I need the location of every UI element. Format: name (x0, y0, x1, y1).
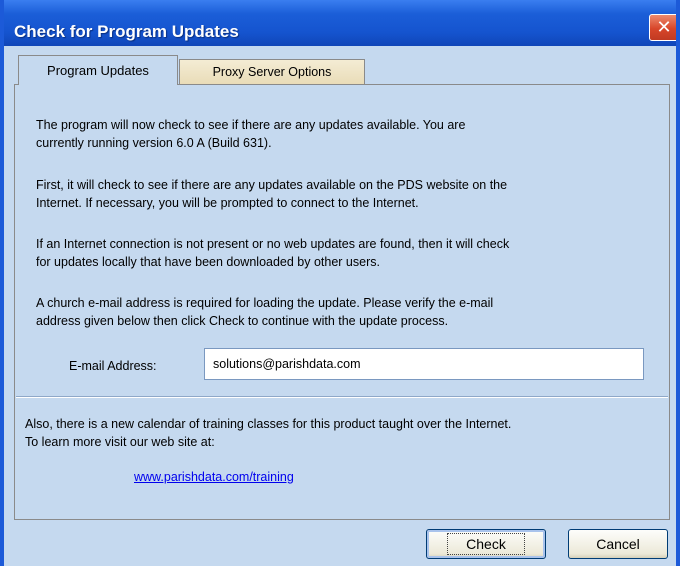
training-line-1: Also, there is a new calendar of trainin… (25, 417, 512, 431)
section-divider (16, 396, 668, 398)
training-link[interactable]: www.parishdata.com/training (134, 470, 294, 484)
local-check-line-1: If an Internet connection is not present… (36, 237, 510, 251)
training-paragraph: Also, there is a new calendar of trainin… (25, 415, 675, 451)
web-check-line-1: First, it will check to see if there are… (36, 178, 508, 192)
close-button[interactable]: ✕ (649, 14, 676, 41)
dialog-window: Check for Program Updates ✕ Program Upda… (0, 0, 680, 566)
local-check-line-2: for updates locally that have been downl… (36, 255, 380, 269)
email-required-line-2: address given below then click Check to … (36, 314, 449, 328)
email-field-label: E-mail Address: (69, 359, 157, 373)
intro-paragraph: The program will now check to see if the… (36, 116, 676, 152)
tab-program-updates[interactable]: Program Updates (18, 55, 178, 85)
training-line-2: To learn more visit our web site at: (25, 435, 215, 449)
email-required-line-1: A church e-mail address is required for … (36, 296, 494, 310)
title-bar[interactable]: Check for Program Updates ✕ (4, 0, 676, 46)
intro-line-1: The program will now check to see if the… (36, 118, 466, 132)
web-check-paragraph: First, it will check to see if there are… (36, 176, 676, 212)
check-button[interactable]: Check (426, 529, 546, 559)
tab-proxy-server-options[interactable]: Proxy Server Options (179, 59, 365, 84)
tab-panel: The program will now check to see if the… (14, 84, 670, 520)
cancel-button[interactable]: Cancel (568, 529, 668, 559)
window-title: Check for Program Updates (14, 22, 239, 41)
email-field[interactable] (204, 348, 644, 380)
local-check-paragraph: If an Internet connection is not present… (36, 235, 676, 271)
check-button-label: Check (447, 533, 525, 555)
intro-line-2: currently running version 6.0 A (Build 6… (36, 136, 272, 150)
web-check-line-2: Internet. If necessary, you will be prom… (36, 196, 419, 210)
email-required-paragraph: A church e-mail address is required for … (36, 294, 676, 330)
close-icon: ✕ (656, 17, 672, 38)
